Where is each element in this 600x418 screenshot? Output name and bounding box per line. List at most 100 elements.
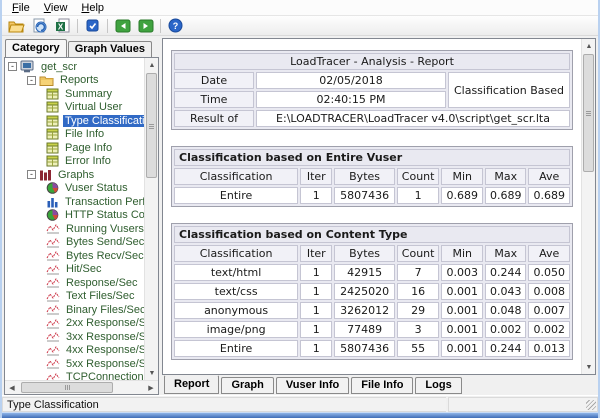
scroll-left-icon[interactable]: ◀: [5, 381, 19, 395]
tree-item-4xx-response-sec[interactable]: 4xx Response/Sec: [5, 344, 144, 358]
tab-report[interactable]: Report: [164, 375, 219, 394]
tree-item-response-sec[interactable]: Response/Sec: [5, 276, 144, 290]
tree-item-bytes-recv-sec[interactable]: Bytes Recv/Sec: [5, 249, 144, 263]
tree-item-label: 2xx Response/Sec: [64, 317, 144, 329]
tab-category[interactable]: Category: [5, 39, 67, 57]
tree-item-label: Bytes Send/Sec: [64, 236, 144, 248]
table-cell: 0.008: [528, 283, 570, 300]
tree-item-summary[interactable]: Summary: [5, 87, 144, 101]
tab-logs[interactable]: Logs: [415, 377, 461, 394]
status-message: Type Classification: [2, 397, 446, 412]
tree-item-running-vusers[interactable]: Running Vusers: [5, 222, 144, 236]
menu-view[interactable]: View: [37, 2, 75, 14]
table-cell: 0.048: [485, 302, 527, 319]
tree-item-page-info[interactable]: Page Info: [5, 141, 144, 155]
column-header-iter: Iter: [300, 168, 332, 185]
tree-item-virtual-user[interactable]: Virtual User: [5, 101, 144, 115]
tree-item-label: Virtual User: [63, 101, 124, 113]
tree-item-bytes-send-sec[interactable]: Bytes Send/Sec: [5, 236, 144, 250]
tree-item-5xx-response-sec[interactable]: 5xx Response/Sec: [5, 357, 144, 371]
table-cell: 0.689: [528, 187, 570, 204]
left-panel: CategoryGraph Values -get_scr-ReportsSum…: [4, 38, 159, 395]
tree-hscroll-thumb[interactable]: [21, 382, 113, 393]
scroll-up-icon[interactable]: ▲: [582, 39, 596, 53]
tree-item-hit-sec[interactable]: Hit/Sec: [5, 263, 144, 277]
table-cell: image/png: [174, 321, 298, 338]
table-cell: text/html: [174, 264, 298, 281]
report-icon: [46, 128, 59, 140]
column-header-bytes: Bytes: [334, 168, 394, 185]
status-panel: [448, 397, 598, 412]
table-cell: text/css: [174, 283, 298, 300]
classification-based-value: Classification Based: [448, 72, 570, 108]
column-header-min: Min: [441, 168, 483, 185]
tab-vuser-info[interactable]: Vuser Info: [276, 377, 349, 394]
menu-help[interactable]: Help: [74, 2, 111, 14]
tree-item-get-scr[interactable]: -get_scr: [5, 60, 144, 74]
tab-file-info[interactable]: File Info: [351, 377, 413, 394]
window-bottom-edge: [2, 412, 598, 418]
tree-vertical-scrollbar[interactable]: ▲ ▼: [144, 58, 158, 380]
line-chart-icon: [46, 223, 60, 234]
time-value: 02:40:15 PM: [256, 91, 446, 108]
bar-chart-red-icon: [39, 169, 52, 181]
table-title: Classification based on Entire Vuser: [174, 149, 570, 166]
pie-chart-icon: [46, 209, 59, 221]
tree-item-label: Summary: [63, 88, 114, 100]
table-cell: 0.043: [485, 283, 527, 300]
tree-item-label: Response/Sec: [64, 277, 140, 289]
tree-item-label: Binary Files/Sec: [64, 304, 144, 316]
tree-horizontal-scrollbar[interactable]: ◀ ▶: [5, 380, 158, 394]
tree-scroll-thumb[interactable]: [146, 73, 157, 178]
web-export-icon[interactable]: [28, 16, 51, 35]
table-cell: 0.001: [441, 283, 483, 300]
report-scroll-thumb[interactable]: [583, 54, 594, 172]
tree-item-reports[interactable]: - Reports: [5, 74, 144, 88]
date-label: Date: [174, 72, 254, 89]
tree-item-label: Reports: [58, 74, 101, 86]
tree-item-file-info[interactable]: File Info: [5, 128, 144, 142]
result-of-label: Result of: [174, 110, 254, 127]
tree-item-error-info[interactable]: Error Info: [5, 155, 144, 169]
scroll-up-icon[interactable]: ▲: [145, 58, 159, 72]
forward-icon[interactable]: [134, 16, 157, 35]
open-folder-icon[interactable]: [5, 16, 28, 35]
back-icon[interactable]: [111, 16, 134, 35]
line-chart-icon: [46, 331, 60, 342]
scroll-right-icon[interactable]: ▶: [144, 381, 158, 395]
table-cell: 42915: [334, 264, 394, 281]
tab-graph-values[interactable]: Graph Values: [68, 41, 152, 57]
excel-export-icon[interactable]: X: [51, 16, 74, 35]
tree-item-transaction-performa[interactable]: Transaction Performa: [5, 195, 144, 209]
tree-item-type-classification[interactable]: Type Classification: [5, 114, 144, 128]
tree-item-http-status-code[interactable]: HTTP Status Code: [5, 209, 144, 223]
collapse-icon[interactable]: -: [8, 62, 17, 71]
tree-item-2xx-response-sec[interactable]: 2xx Response/Sec: [5, 317, 144, 331]
menu-bar: FileViewHelp: [2, 0, 598, 15]
tree-item-text-files-sec[interactable]: Text Files/Sec: [5, 290, 144, 304]
table-cell: 0.002: [485, 321, 527, 338]
resize-grip-icon[interactable]: [586, 400, 596, 410]
tree-item-label: Bytes Recv/Sec: [64, 250, 144, 262]
scroll-down-icon[interactable]: ▼: [145, 366, 159, 380]
tree-item-3xx-response-sec[interactable]: 3xx Response/Sec: [5, 330, 144, 344]
toolbar-separator: [107, 19, 108, 33]
svg-text:?: ?: [173, 21, 179, 31]
scroll-down-icon[interactable]: ▼: [582, 360, 596, 374]
report-vertical-scrollbar[interactable]: ▲ ▼: [581, 39, 595, 374]
column-header-max: Max: [485, 245, 527, 262]
tree-item-binary-files-sec[interactable]: Binary Files/Sec: [5, 303, 144, 317]
report-check-icon[interactable]: [81, 16, 104, 35]
tab-graph[interactable]: Graph: [221, 377, 273, 394]
tree-item-vuser-status[interactable]: Vuser Status: [5, 182, 144, 196]
tree-item-label: Error Info: [63, 155, 113, 167]
tree-item-graphs[interactable]: -Graphs: [5, 168, 144, 182]
main-area: CategoryGraph Values -get_scr-ReportsSum…: [2, 36, 598, 395]
table-cell: 0.001: [441, 321, 483, 338]
collapse-icon[interactable]: -: [27, 170, 36, 179]
collapse-icon[interactable]: -: [27, 76, 36, 85]
app-window: FileViewHelp X? CategoryGraph Values -ge…: [0, 0, 600, 418]
menu-file[interactable]: File: [5, 2, 37, 14]
help-icon[interactable]: ?: [164, 16, 187, 35]
tree-item-tcpconnections-ope[interactable]: TCPConnections Ope: [5, 371, 144, 381]
